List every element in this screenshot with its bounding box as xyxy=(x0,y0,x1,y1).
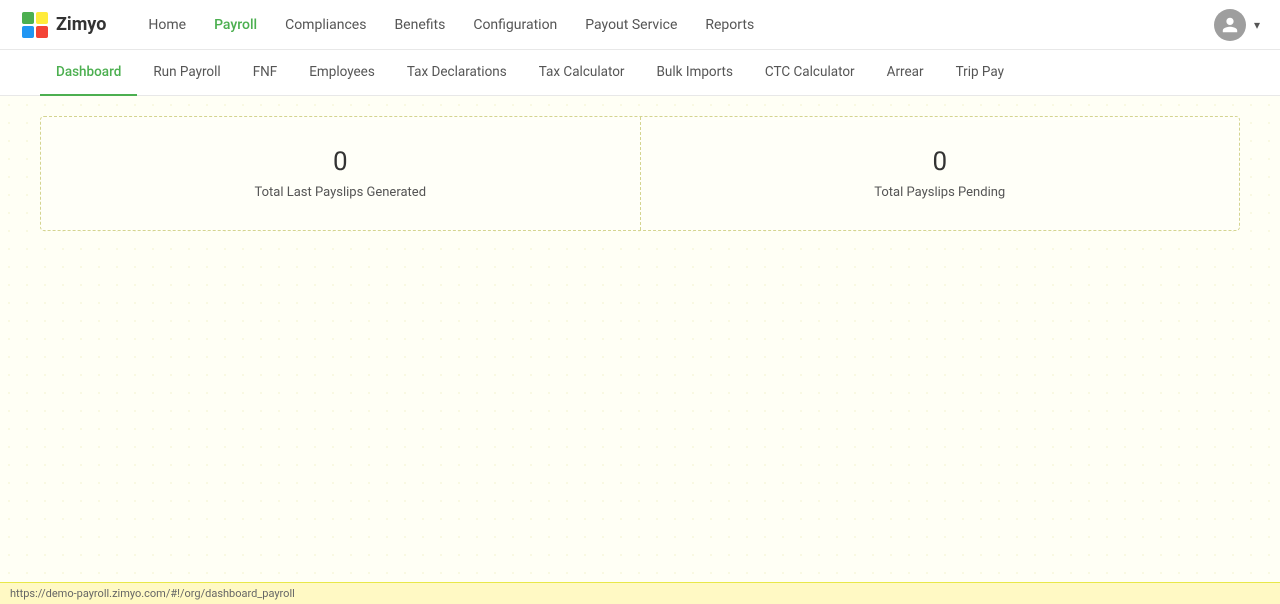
nav-payroll[interactable]: Payroll xyxy=(202,11,269,39)
avatar-dropdown-arrow[interactable]: ▾ xyxy=(1254,18,1260,32)
nav-reports[interactable]: Reports xyxy=(693,11,766,39)
subtab-tax-declarations[interactable]: Tax Declarations xyxy=(391,50,523,96)
subtabs-bar: Dashboard Run Payroll FNF Employees Tax … xyxy=(0,50,1280,96)
zimyo-logo-icon xyxy=(20,10,50,40)
nav-home[interactable]: Home xyxy=(136,11,198,39)
subtab-employees[interactable]: Employees xyxy=(293,50,391,96)
nav-configuration[interactable]: Configuration xyxy=(461,11,569,39)
total-last-payslips-value: 0 xyxy=(61,147,620,177)
subtab-dashboard[interactable]: Dashboard xyxy=(40,50,137,96)
navbar: Zimyo Home Payroll Compliances Benefits … xyxy=(0,0,1280,50)
user-icon xyxy=(1221,16,1239,34)
subtab-arrear[interactable]: Arrear xyxy=(871,50,940,96)
total-payslips-pending-value: 0 xyxy=(661,147,1220,177)
total-payslips-pending-label: Total Payslips Pending xyxy=(661,185,1220,200)
nav-compliances[interactable]: Compliances xyxy=(273,11,378,39)
brand-logo[interactable]: Zimyo xyxy=(20,10,106,40)
dashboard-cards-wrapper: 0 Total Last Payslips Generated 0 Total … xyxy=(40,116,1240,231)
nav-benefits[interactable]: Benefits xyxy=(382,11,457,39)
subtab-fnf[interactable]: FNF xyxy=(237,50,294,96)
brand-name: Zimyo xyxy=(56,14,106,35)
total-last-payslips-label: Total Last Payslips Generated xyxy=(61,185,620,200)
subtab-ctc-calculator[interactable]: CTC Calculator xyxy=(749,50,871,96)
subtab-run-payroll[interactable]: Run Payroll xyxy=(137,50,236,96)
status-bar: https://demo-payroll.zimyo.com/#!/org/da… xyxy=(0,582,1280,604)
navbar-nav: Home Payroll Compliances Benefits Config… xyxy=(136,11,1214,39)
status-url: https://demo-payroll.zimyo.com/#!/org/da… xyxy=(10,587,295,600)
nav-payout-service[interactable]: Payout Service xyxy=(573,11,689,39)
subtab-bulk-imports[interactable]: Bulk Imports xyxy=(641,50,749,96)
navbar-right: ▾ xyxy=(1214,9,1260,41)
main-content: 0 Total Last Payslips Generated 0 Total … xyxy=(0,96,1280,600)
subtab-tax-calculator[interactable]: Tax Calculator xyxy=(523,50,641,96)
avatar[interactable] xyxy=(1214,9,1246,41)
card-total-last-payslips: 0 Total Last Payslips Generated xyxy=(41,117,641,230)
subtab-trip-pay[interactable]: Trip Pay xyxy=(940,50,1020,96)
dashboard-cards-row: 0 Total Last Payslips Generated 0 Total … xyxy=(40,116,1240,231)
card-total-payslips-pending: 0 Total Payslips Pending xyxy=(641,117,1240,230)
